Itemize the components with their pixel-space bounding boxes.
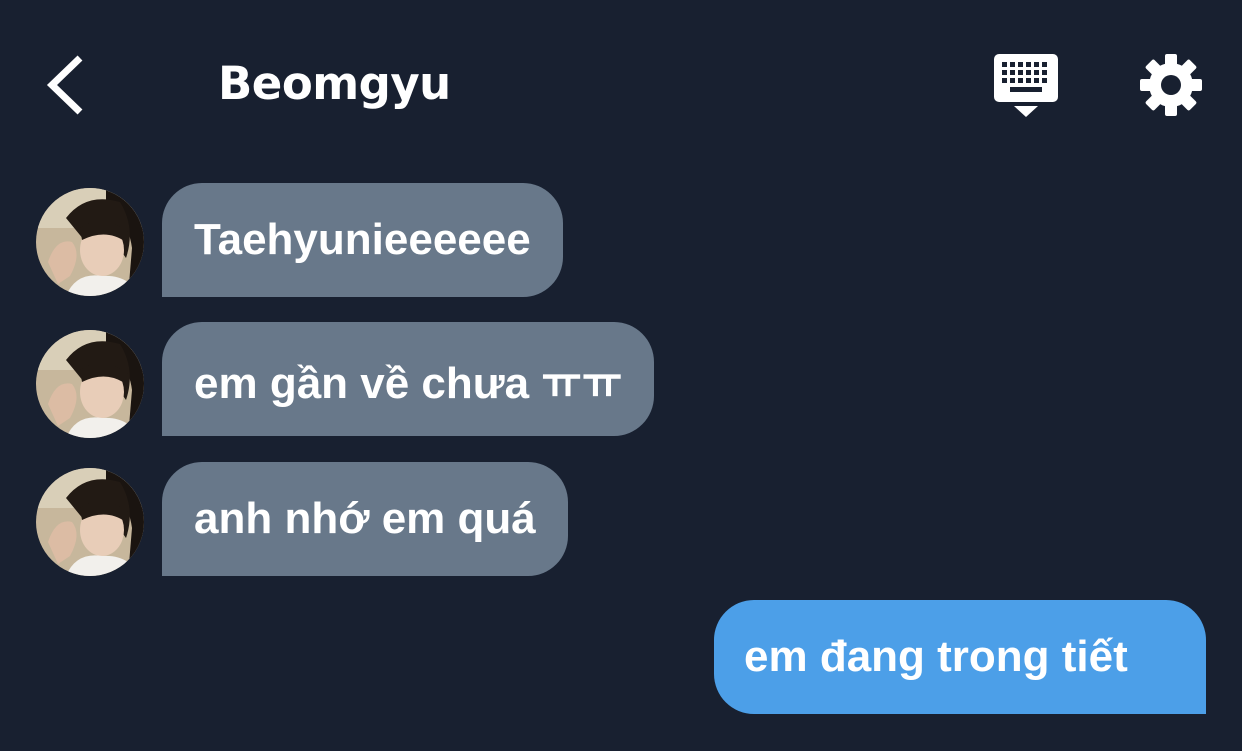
message-text: anh nhớ em quá	[194, 494, 536, 543]
keyboard-icon	[994, 54, 1058, 117]
avatar-photo	[36, 330, 144, 438]
back-button[interactable]	[38, 50, 98, 120]
avatar[interactable]	[36, 330, 144, 438]
message-text: em gần về chưa ㅠㅠ	[194, 359, 623, 408]
message-text: em đang trong tiết	[744, 632, 1128, 681]
incoming-message-bubble[interactable]: anh nhớ em quá	[162, 462, 568, 576]
settings-button[interactable]	[1136, 50, 1206, 120]
avatar[interactable]	[36, 188, 144, 296]
chat-screen: Beomgyu Taehyunieeeeee em gần về chưa ㅠㅠ…	[0, 0, 1242, 751]
avatar-photo	[36, 468, 144, 576]
contact-name: Beomgyu	[218, 57, 451, 110]
incoming-message-bubble[interactable]: Taehyunieeeeee	[162, 183, 563, 297]
gear-icon	[1140, 54, 1202, 116]
chevron-left-icon	[46, 55, 83, 115]
avatar[interactable]	[36, 468, 144, 576]
outgoing-message-bubble[interactable]: em đang trong tiết	[714, 600, 1206, 714]
message-text: Taehyunieeeeee	[194, 215, 531, 264]
keyboard-toggle-button[interactable]	[992, 52, 1060, 118]
avatar-photo	[36, 188, 144, 296]
incoming-message-bubble[interactable]: em gần về chưa ㅠㅠ	[162, 322, 655, 436]
